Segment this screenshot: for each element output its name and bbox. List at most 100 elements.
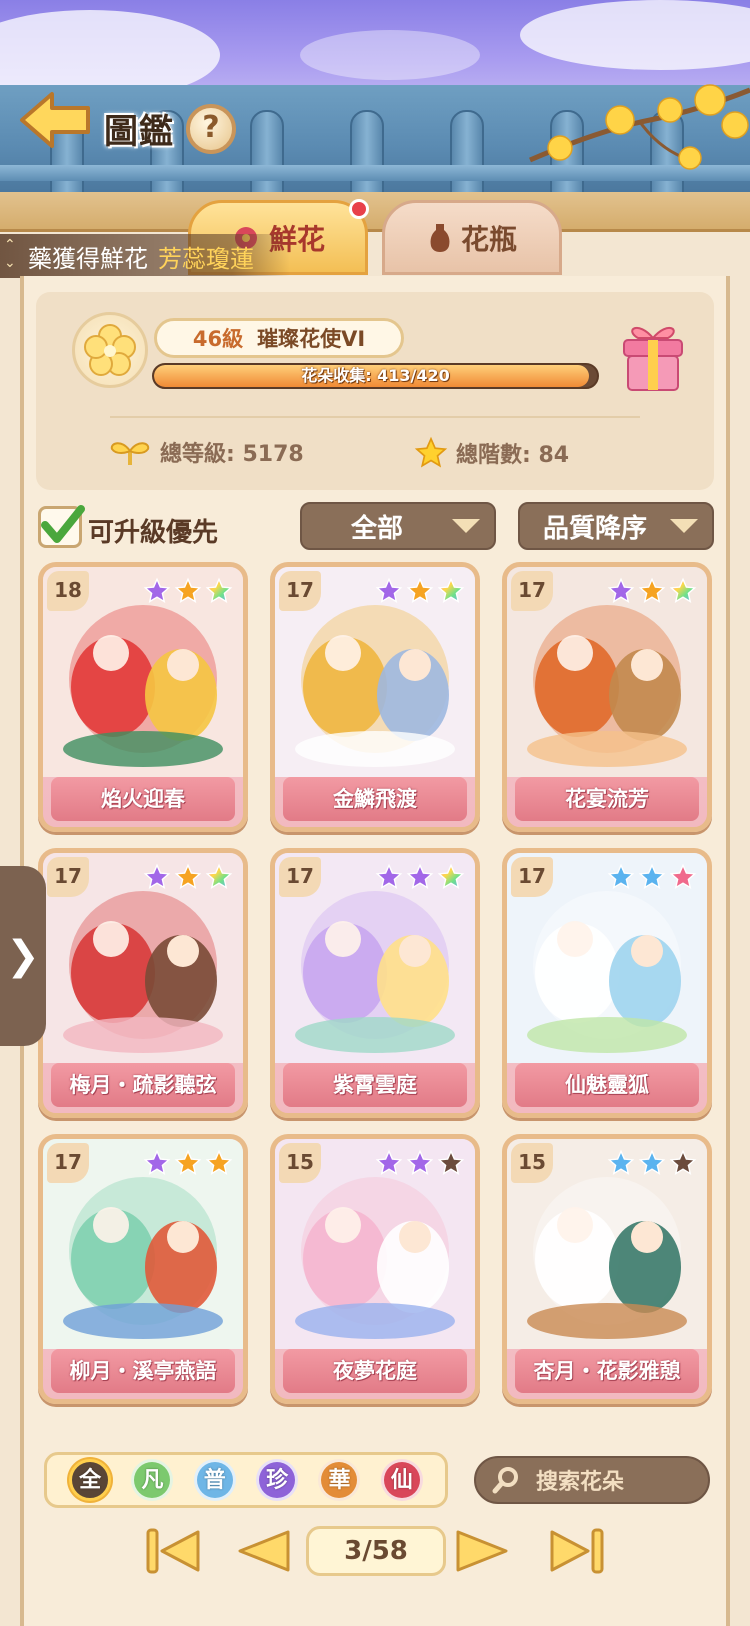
marquee-highlight: 芳蕊瓊蓮: [158, 244, 254, 273]
chevron-down-icon: [670, 519, 698, 533]
checkmark-icon: [41, 505, 85, 543]
rarity-filter-5[interactable]: 仙: [380, 1459, 423, 1501]
card-name: 梅月・疏影聽弦: [51, 1063, 235, 1107]
sort-dropdown[interactable]: 品質降序: [518, 502, 714, 550]
card-name: 焰火迎春: [51, 777, 235, 821]
card-level-badge: 17: [47, 1143, 89, 1183]
card-rarity-stars: [607, 577, 697, 605]
card-level-badge: 15: [511, 1143, 553, 1183]
flower-emblem-icon: [72, 312, 148, 388]
card-name: 金鱗飛渡: [283, 777, 467, 821]
player-level: 46級: [192, 327, 244, 351]
help-button[interactable]: ?: [186, 104, 236, 154]
cloud: [300, 30, 480, 80]
card-rarity-stars: [143, 863, 233, 891]
total-level-stat: 總等級: 5178: [108, 436, 304, 468]
card-name: 花宴流芳: [515, 777, 699, 821]
blossom-branch-decoration: [529, 84, 750, 170]
card-name: 杏月・花影雅憩: [515, 1349, 699, 1393]
rarity-star-icon: [607, 1149, 635, 1175]
card-level-badge: 17: [511, 857, 553, 897]
chevron-down-icon: [452, 519, 480, 533]
rarity-star-icon: [174, 577, 202, 603]
total-stars-stat: 總階數: 84: [414, 436, 569, 470]
back-arrow-icon[interactable]: [18, 90, 93, 150]
search-placeholder: 搜索花朵: [536, 1470, 625, 1495]
rarity-star-icon: [406, 863, 434, 889]
rarity-star-icon: [437, 863, 465, 889]
prev-page-button[interactable]: [234, 1526, 292, 1576]
flower-card[interactable]: 15 夜夢花庭: [270, 1134, 480, 1404]
flower-card[interactable]: 17 紫霄雲庭: [270, 848, 480, 1118]
tab-vase[interactable]: 花瓶: [382, 200, 562, 275]
rarity-star-icon: [607, 577, 635, 603]
search-box[interactable]: 搜索花朵: [474, 1456, 710, 1504]
cloud: [520, 0, 750, 70]
tab-vase-label: 花瓶: [460, 222, 517, 256]
rarity-filter-3[interactable]: 珍: [256, 1459, 299, 1501]
card-rarity-stars: [375, 1149, 465, 1177]
card-name: 紫霄雲庭: [283, 1063, 467, 1107]
collection-progress-text: 花朵收集: 413/420: [301, 366, 450, 385]
rarity-filter-bar: 全凡普珍華仙: [44, 1452, 448, 1508]
page-title: 圖鑑: [104, 112, 174, 152]
rarity-star-icon: [143, 577, 171, 603]
rarity-star-icon: [437, 577, 465, 603]
card-level-badge: 17: [279, 571, 321, 611]
flower-card[interactable]: 18 焰火迎春: [38, 562, 248, 832]
rarity-star-icon: [375, 863, 403, 889]
rarity-star-icon: [375, 577, 403, 603]
next-page-button[interactable]: [454, 1526, 512, 1576]
flower-card[interactable]: 17 仙魅靈狐: [502, 848, 712, 1118]
side-drawer-toggle[interactable]: ❯: [0, 866, 46, 1046]
rarity-star-icon: [205, 577, 233, 603]
player-rank: 璀璨花使VI: [257, 327, 366, 351]
card-rarity-stars: [143, 577, 233, 605]
rarity-filter-0[interactable]: 全: [69, 1459, 112, 1501]
news-marquee: 藥獲得鮮花 芳蕊瓊蓮: [0, 234, 290, 278]
first-page-button[interactable]: [144, 1526, 202, 1576]
card-rarity-stars: [607, 1149, 697, 1177]
rarity-star-icon: [205, 863, 233, 889]
flower-card[interactable]: 15 杏月・花影雅憩: [502, 1134, 712, 1404]
card-level-badge: 17: [47, 857, 89, 897]
card-name: 夜夢花庭: [283, 1349, 467, 1393]
marquee-text: 藥獲得鮮花: [28, 244, 148, 273]
rarity-star-icon: [406, 577, 434, 603]
collection-progress-bar: 花朵收集: 413/420: [152, 363, 599, 389]
marquee-scroll-icon: ⌃ ⌄: [4, 237, 16, 271]
rarity-star-icon: [638, 1149, 666, 1175]
rarity-filter-1[interactable]: 凡: [131, 1459, 174, 1501]
gift-box-icon[interactable]: [618, 316, 688, 394]
total-level-text: 總等級: 5178: [160, 442, 304, 467]
level-plate: 46級 璀璨花使VI: [154, 318, 404, 358]
rarity-star-icon: [669, 1149, 697, 1175]
rarity-star-icon: [638, 577, 666, 603]
card-rarity-stars: [375, 863, 465, 891]
flower-card[interactable]: 17 花宴流芳: [502, 562, 712, 832]
rarity-star-icon: [638, 863, 666, 889]
rarity-star-icon: [174, 1149, 202, 1175]
rarity-star-icon: [437, 1149, 465, 1175]
vase-icon: [430, 223, 450, 252]
rarity-star-icon: [174, 863, 202, 889]
rarity-filter-4[interactable]: 華: [318, 1459, 361, 1501]
category-dropdown-label: 全部: [350, 513, 403, 544]
upgrade-first-checkbox[interactable]: [38, 505, 85, 548]
upgrade-first-label: 可升級優先: [88, 518, 219, 548]
flower-card[interactable]: 17 柳月・溪亭燕語: [38, 1134, 248, 1404]
page-indicator: 3/58: [306, 1526, 446, 1576]
rarity-filter-2[interactable]: 普: [193, 1459, 236, 1501]
rarity-star-icon: [406, 1149, 434, 1175]
flower-card[interactable]: 17 梅月・疏影聽弦: [38, 848, 248, 1118]
rarity-star-icon: [669, 863, 697, 889]
rarity-star-icon: [375, 1149, 403, 1175]
rarity-star-icon: [205, 1149, 233, 1175]
category-dropdown[interactable]: 全部: [300, 502, 496, 550]
card-level-badge: 17: [511, 571, 553, 611]
card-level-badge: 18: [47, 571, 89, 611]
roof-beam: [0, 192, 750, 232]
card-name: 仙魅靈狐: [515, 1063, 699, 1107]
flower-card[interactable]: 17 金鱗飛渡: [270, 562, 480, 832]
last-page-button[interactable]: [548, 1526, 606, 1576]
